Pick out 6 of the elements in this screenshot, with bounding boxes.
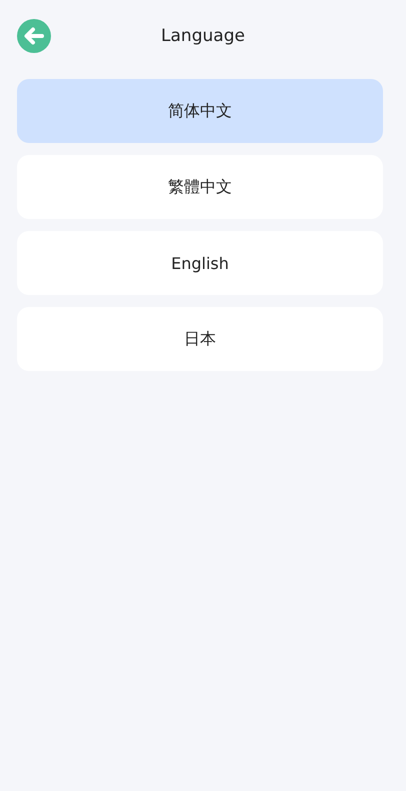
page-title: Language	[161, 26, 245, 46]
language-option[interactable]: 日本	[17, 307, 383, 371]
language-option[interactable]: 简体中文	[17, 79, 383, 143]
language-option[interactable]: English	[17, 231, 383, 295]
back-button[interactable]	[17, 19, 51, 53]
language-option[interactable]: 繁體中文	[17, 155, 383, 219]
